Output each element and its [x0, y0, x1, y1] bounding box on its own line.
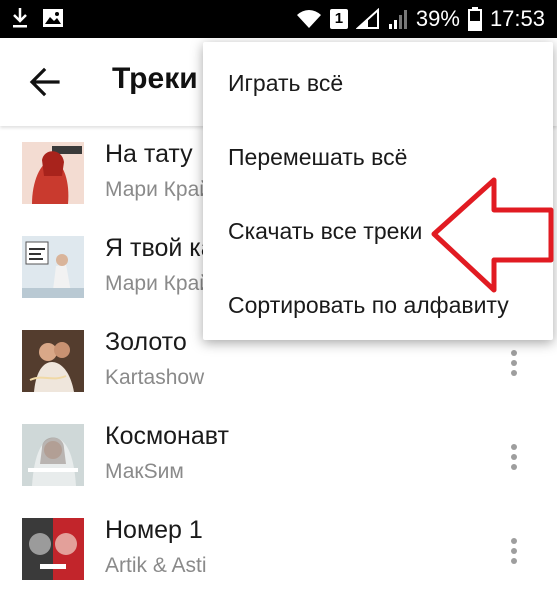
battery-percent: 39% — [415, 6, 460, 31]
more-options-icon[interactable] — [506, 350, 522, 380]
menu-item-shuffle-all[interactable]: Перемешать всё — [203, 120, 553, 194]
overflow-menu: Играть всё Перемешать всё Скачать все тр… — [203, 42, 553, 340]
track-title: Золото — [105, 328, 187, 356]
track-artist: МакSим — [105, 460, 184, 483]
menu-item-play-all[interactable]: Играть всё — [203, 46, 553, 120]
album-cover — [22, 424, 84, 486]
more-options-icon[interactable] — [506, 538, 522, 568]
download-icon — [13, 8, 27, 28]
menu-item-label: Сортировать по алфавиту — [228, 292, 509, 318]
album-cover — [22, 236, 84, 298]
track-title: На тату — [105, 140, 193, 168]
track-artist: Artik & Asti — [105, 554, 207, 577]
more-options-icon[interactable] — [506, 444, 522, 474]
menu-item-sort-alphabetically[interactable]: Сортировать по алфавиту — [203, 268, 553, 342]
menu-item-label: Перемешать всё — [228, 144, 408, 170]
battery-icon — [467, 7, 482, 31]
sim-badge: 1 — [329, 9, 348, 29]
gallery-icon — [43, 9, 63, 27]
page-title: Треки — [112, 62, 198, 95]
album-cover — [22, 330, 84, 392]
track-row[interactable]: Номер 1 Artik & Asti — [0, 502, 557, 596]
signal-bars-icon — [388, 10, 407, 29]
menu-item-label: Играть всё — [228, 70, 344, 96]
track-artist: Kartashow — [105, 366, 205, 389]
album-cover — [22, 518, 84, 580]
track-title: Космонавт — [105, 422, 229, 450]
album-cover — [22, 142, 84, 204]
clock: 17:53 — [489, 6, 545, 31]
cellular-signal-icon — [355, 8, 379, 29]
menu-item-label: Скачать все треки — [228, 218, 423, 244]
status-bar: 1 39% 17:53 — [0, 0, 557, 38]
wifi-icon — [296, 10, 321, 28]
menu-item-download-all[interactable]: Скачать все треки — [203, 194, 553, 268]
back-arrow-icon[interactable] — [28, 66, 62, 98]
track-row[interactable]: Космонавт МакSим — [0, 408, 557, 502]
track-title: Номер 1 — [105, 516, 203, 544]
